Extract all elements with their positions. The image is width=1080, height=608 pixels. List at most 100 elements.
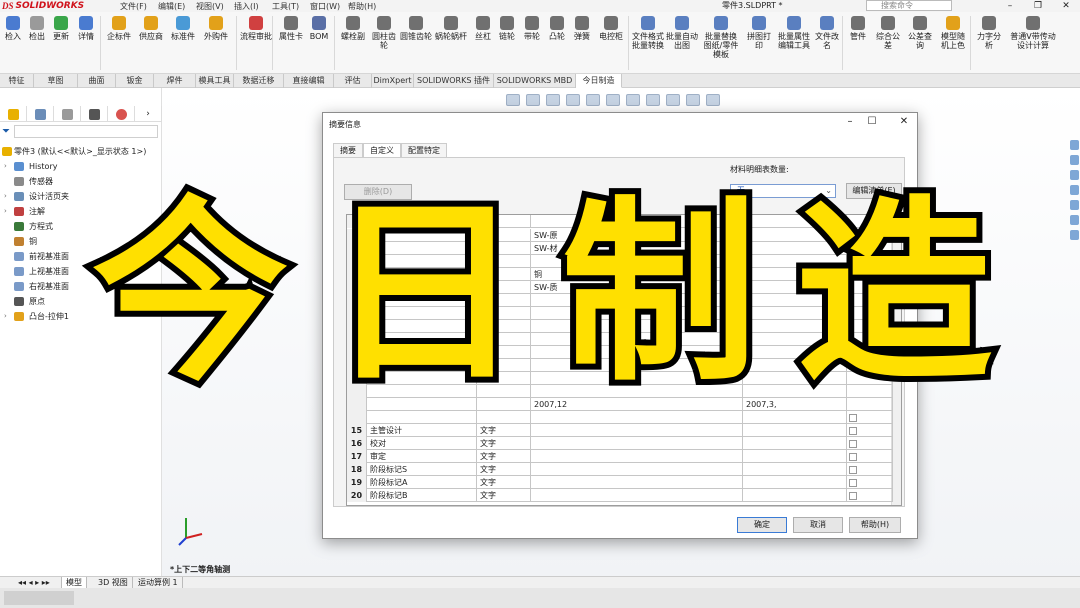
ribbon-button-15[interactable]: 蜗轮蜗杆 (434, 16, 468, 41)
table-row[interactable]: 15 主管设计 文字 (347, 424, 893, 437)
hide-show-icon[interactable] (646, 94, 660, 106)
grid-checkbox[interactable] (849, 492, 857, 500)
ribbon-button-17[interactable]: 链轮 (496, 16, 518, 41)
ribbon-button-1[interactable]: 检入 (2, 16, 24, 41)
ribbon-button-6[interactable]: 供应商 (136, 16, 166, 41)
grid-cell[interactable] (743, 411, 847, 424)
tab-9[interactable]: 评估 (334, 74, 372, 88)
dialog-minimize-icon[interactable]: – (841, 116, 859, 127)
grid-checkbox[interactable] (849, 427, 857, 435)
configuration-tab[interactable] (54, 106, 81, 122)
ribbon-button-26[interactable]: 批量属性编辑工具 (778, 16, 810, 50)
grid-cell[interactable] (531, 476, 743, 489)
table-row[interactable] (347, 411, 893, 424)
ribbon-button-9[interactable]: 流程审批 (240, 16, 272, 41)
ribbon-button-11[interactable]: BOM (308, 16, 330, 41)
expand-arrow-icon[interactable]: › (4, 159, 7, 174)
filter-icon[interactable]: ⏷ (2, 126, 10, 137)
ribbon-button-16[interactable]: 丝杠 (472, 16, 494, 41)
expand-arrow-icon[interactable]: › (4, 309, 7, 324)
dialog-close-icon[interactable]: ✕ (895, 116, 913, 127)
grid-cell[interactable]: 审定 (367, 450, 477, 463)
ribbon-button-5[interactable]: 企标件 (104, 16, 134, 41)
expand-arrow-icon[interactable]: › (4, 204, 7, 219)
tree-item[interactable]: › History (0, 159, 162, 174)
ribbon-button-22[interactable]: 文件格式批量转换 (632, 16, 664, 50)
grid-cell[interactable]: 阶段标记B (367, 489, 477, 502)
ribbon-button-21[interactable]: 电控柜 (596, 16, 626, 41)
grid-cell[interactable] (847, 450, 893, 463)
tab-1[interactable]: 特征 (0, 74, 34, 88)
property-manager-tab[interactable] (27, 106, 54, 122)
view-settings-icon[interactable] (706, 94, 720, 106)
grid-cell[interactable] (743, 463, 847, 476)
grid-cell[interactable]: 文字 (477, 450, 531, 463)
resources-icon[interactable] (1070, 140, 1079, 150)
ribbon-button-27[interactable]: 文件改名 (812, 16, 842, 50)
ok-button[interactable]: 确定 (737, 517, 787, 533)
ribbon-button-20[interactable]: 弹簧 (570, 16, 594, 41)
menu-insert[interactable]: 插入(I) (234, 1, 272, 12)
menu-help[interactable]: 帮助(H) (348, 1, 386, 12)
grid-cell[interactable]: 文字 (477, 424, 531, 437)
grid-cell[interactable]: 文字 (477, 476, 531, 489)
tab-custom[interactable]: 自定义 (363, 143, 401, 157)
display-style-icon[interactable] (626, 94, 640, 106)
ribbon-button-13[interactable]: 圆柱齿轮 (370, 16, 398, 50)
grid-cell[interactable]: 文字 (477, 489, 531, 502)
ribbon-button-7[interactable]: 标准件 (168, 16, 198, 41)
grid-cell[interactable]: 阶段标记A (367, 476, 477, 489)
ribbon-button-30[interactable]: 公差查询 (906, 16, 934, 50)
ribbon-button-4[interactable]: 详情 (74, 16, 98, 41)
grid-checkbox[interactable] (849, 466, 857, 474)
display-manager-tab[interactable] (108, 106, 135, 122)
ribbon-button-28[interactable]: 管件 (846, 16, 870, 41)
ribbon-button-25[interactable]: 拼图打印 (744, 16, 774, 50)
tab-11[interactable]: SOLIDWORKS 插件 (414, 74, 494, 88)
menu-tools[interactable]: 工具(T) (272, 1, 310, 12)
grid-cell[interactable] (743, 450, 847, 463)
ribbon-button-12[interactable]: 螺栓副 (338, 16, 368, 41)
solidworks-forum-icon[interactable] (1070, 230, 1079, 240)
edit-appearance-icon[interactable] (666, 94, 680, 106)
ribbon-button-19[interactable]: 凸轮 (546, 16, 568, 41)
file-explorer-icon[interactable] (1070, 170, 1079, 180)
grid-cell[interactable] (367, 411, 477, 424)
grid-checkbox[interactable] (849, 414, 857, 422)
grid-cell[interactable] (847, 489, 893, 502)
scene-icon[interactable] (686, 94, 700, 106)
cancel-button[interactable]: 取消 (793, 517, 843, 533)
menu-edit[interactable]: 编辑(E) (158, 1, 196, 12)
grid-cell[interactable] (743, 437, 847, 450)
feature-tree-tab[interactable] (0, 106, 27, 122)
grid-checkbox[interactable] (849, 440, 857, 448)
section-view-icon[interactable] (566, 94, 580, 106)
grid-cell[interactable] (847, 476, 893, 489)
table-row[interactable]: 18 阶段标记S 文字 (347, 463, 893, 476)
tab-13[interactable]: 今日制造 (576, 74, 622, 88)
help-button[interactable]: 帮助(H) (849, 517, 901, 533)
ribbon-button-3[interactable]: 更新 (50, 16, 72, 41)
grid-cell[interactable]: 主管设计 (367, 424, 477, 437)
appearances-icon[interactable] (1070, 200, 1079, 210)
panel-expand-tab[interactable]: › (135, 106, 162, 122)
tab-8[interactable]: 直接编辑 (284, 74, 334, 88)
grid-cell[interactable]: 文字 (477, 437, 531, 450)
tab-2[interactable]: 草图 (34, 74, 78, 88)
grid-cell[interactable] (531, 424, 743, 437)
zoom-fit-icon[interactable] (506, 94, 520, 106)
grid-cell[interactable] (531, 450, 743, 463)
ribbon-button-32[interactable]: 力字分析 (974, 16, 1004, 50)
grid-cell[interactable]: 校对 (367, 437, 477, 450)
grid-cell[interactable] (531, 411, 743, 424)
tab-config-specific[interactable]: 配置特定 (401, 143, 447, 157)
design-library-icon[interactable] (1070, 155, 1079, 165)
grid-cell[interactable] (531, 463, 743, 476)
grid-cell[interactable] (531, 489, 743, 502)
grid-cell[interactable] (847, 437, 893, 450)
ribbon-button-10[interactable]: 属性卡 (276, 16, 306, 41)
ribbon-button-29[interactable]: 综合公差 (874, 16, 902, 50)
restore-icon[interactable]: ❐ (1028, 0, 1048, 12)
grid-cell[interactable] (477, 411, 531, 424)
tree-root[interactable]: 零件3 (默认<<默认>_显示状态 1>) (0, 144, 162, 159)
